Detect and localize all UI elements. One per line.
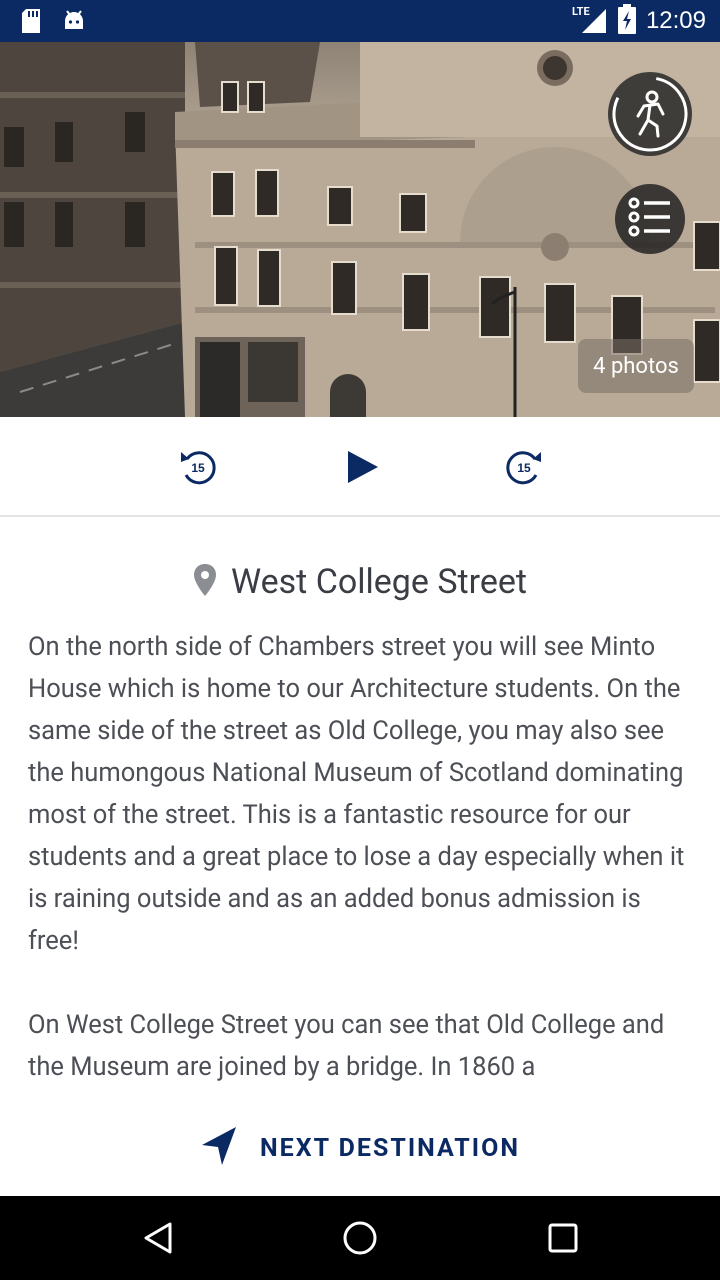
tour-progress-button[interactable] bbox=[608, 72, 692, 156]
play-icon bbox=[348, 451, 378, 483]
play-button[interactable] bbox=[340, 445, 384, 489]
signal-icon: LTE bbox=[572, 5, 608, 35]
recents-button[interactable] bbox=[541, 1216, 585, 1260]
back-button[interactable] bbox=[136, 1216, 180, 1260]
svg-text:15: 15 bbox=[191, 461, 205, 475]
location-title: West College Street bbox=[230, 562, 528, 602]
battery-charging-icon bbox=[617, 4, 636, 38]
navigation-arrow-icon bbox=[200, 1125, 238, 1171]
description-paragraph: On the north side of Chambers street you… bbox=[28, 632, 685, 956]
stops-list-button[interactable] bbox=[615, 184, 685, 254]
next-destination-label: NEXT DESTINATION bbox=[260, 1133, 520, 1163]
status-bar: LTE 12:09 bbox=[0, 0, 720, 42]
map-pin-icon bbox=[193, 563, 217, 601]
home-icon bbox=[343, 1221, 377, 1255]
system-nav-bar bbox=[0, 1196, 720, 1280]
recents-icon bbox=[548, 1223, 578, 1253]
svg-text:15: 15 bbox=[517, 461, 531, 475]
hero-photo[interactable]: 4 photos bbox=[0, 42, 720, 417]
forward-15-icon: 15 bbox=[506, 451, 541, 485]
sd-card-icon bbox=[20, 8, 42, 38]
next-destination-button[interactable]: NEXT DESTINATION bbox=[0, 1100, 720, 1196]
description-paragraph: On West College Street you can see that … bbox=[28, 1010, 665, 1082]
rewind-15-button[interactable]: 15 bbox=[176, 445, 220, 489]
location-description: On the north side of Chambers street you… bbox=[28, 626, 692, 1100]
forward-15-button[interactable]: 15 bbox=[502, 445, 546, 489]
audio-controls: 15 15 bbox=[0, 417, 720, 517]
walker-icon bbox=[630, 90, 670, 142]
rewind-15-icon: 15 bbox=[181, 451, 216, 485]
back-icon bbox=[144, 1222, 172, 1254]
location-content[interactable]: West College Street On the north side of… bbox=[0, 518, 720, 1100]
photos-count-badge[interactable]: 4 photos bbox=[578, 339, 694, 393]
location-header: West College Street bbox=[0, 562, 720, 602]
home-button[interactable] bbox=[338, 1216, 382, 1260]
status-time: 12:09 bbox=[645, 7, 706, 34]
list-icon bbox=[628, 197, 672, 241]
android-icon bbox=[62, 9, 86, 37]
